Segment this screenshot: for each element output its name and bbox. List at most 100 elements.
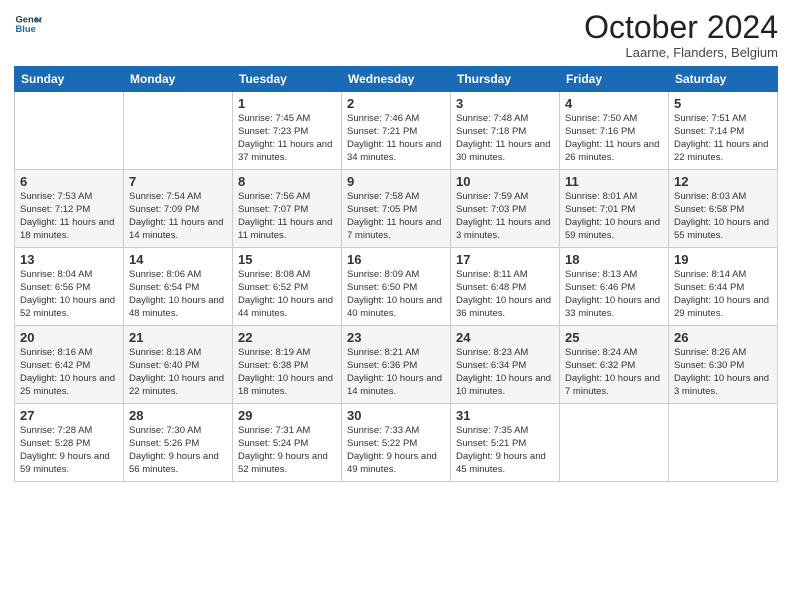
daylight-hours: Sunrise: 8:18 AM Sunset: 6:40 PM Dayligh… [129,347,227,398]
svg-text:Blue: Blue [16,24,36,34]
daylight-hours: Sunrise: 7:28 AM Sunset: 5:28 PM Dayligh… [20,425,118,476]
daylight-hours: Sunrise: 7:51 AM Sunset: 7:14 PM Dayligh… [674,113,772,164]
logo: General Blue [14,10,42,38]
daylight-hours: Sunrise: 7:59 AM Sunset: 7:03 PM Dayligh… [456,191,554,242]
daylight-hours: Sunrise: 7:31 AM Sunset: 5:24 PM Dayligh… [238,425,336,476]
calendar-cell: 17Sunrise: 8:11 AM Sunset: 6:48 PM Dayli… [451,248,560,326]
day-number: 5 [674,96,772,111]
day-number: 21 [129,330,227,345]
day-number: 12 [674,174,772,189]
title-block: October 2024 Laarne, Flanders, Belgium [584,10,778,60]
day-number: 8 [238,174,336,189]
week-row-3: 13 Sunrise: 8:04 AM Sunset: 6:56 PM Dayli… [15,248,778,326]
daylight-hours: Sunrise: 8:19 AM Sunset: 6:38 PM Dayligh… [238,347,336,398]
daylight-hours: Sunrise: 8:21 AM Sunset: 6:36 PM Dayligh… [347,347,445,398]
day-number: 27 [20,408,118,423]
calendar-cell: 24 Sunrise: 8:23 AM Sunset: 6:34 PM Dayli… [451,326,560,404]
day-number: 6 [20,174,118,189]
calendar-cell [560,404,669,482]
daylight-hours: Sunrise: 7:30 AM Sunset: 5:26 PM Dayligh… [129,425,227,476]
calendar-cell: 15Sunrise: 8:08 AM Sunset: 6:52 PM Dayli… [233,248,342,326]
calendar-cell: 23 Sunrise: 8:21 AM Sunset: 6:36 PM Dayli… [342,326,451,404]
day-number: 24 [456,330,554,345]
calendar-cell: 31 Sunrise: 7:35 AM Sunset: 5:21 PM Dayli… [451,404,560,482]
calendar-cell: 9 Sunrise: 7:58 AM Sunset: 7:05 PM Daylig… [342,170,451,248]
day-number: 31 [456,408,554,423]
day-number: 30 [347,408,445,423]
logo-icon: General Blue [14,10,42,38]
calendar-cell: 28 Sunrise: 7:30 AM Sunset: 5:26 PM Dayli… [124,404,233,482]
daylight-hours: Sunrise: 8:16 AM Sunset: 6:42 PM Dayligh… [20,347,118,398]
col-saturday: Saturday [669,67,778,92]
header-row: Sunday Monday Tuesday Wednesday Thursday… [15,67,778,92]
calendar-cell: 25 Sunrise: 8:24 AM Sunset: 6:32 PM Dayli… [560,326,669,404]
day-number: 28 [129,408,227,423]
calendar-cell: 5 Sunrise: 7:51 AM Sunset: 7:14 PM Daylig… [669,92,778,170]
day-number: 22 [238,330,336,345]
daylight-hours: Sunrise: 7:35 AM Sunset: 5:21 PM Dayligh… [456,425,554,476]
daylight-hours: Sunrise: 7:53 AM Sunset: 7:12 PM Dayligh… [20,191,118,242]
calendar-cell: 2 Sunrise: 7:46 AM Sunset: 7:21 PM Daylig… [342,92,451,170]
day-number: 3 [456,96,554,111]
calendar-cell: 30 Sunrise: 7:33 AM Sunset: 5:22 PM Dayli… [342,404,451,482]
daylight-hours: Sunrise: 8:11 AM Sunset: 6:48 PM Dayligh… [456,269,554,320]
day-number: 25 [565,330,663,345]
daylight-hours: Sunrise: 7:54 AM Sunset: 7:09 PM Dayligh… [129,191,227,242]
calendar-cell: 22 Sunrise: 8:19 AM Sunset: 6:38 PM Dayli… [233,326,342,404]
calendar-cell: 19Sunrise: 8:14 AM Sunset: 6:44 PM Dayli… [669,248,778,326]
week-row-4: 20 Sunrise: 8:16 AM Sunset: 6:42 PM Dayli… [15,326,778,404]
header: General Blue October 2024 Laarne, Flande… [14,10,778,60]
daylight-hours: Sunrise: 8:26 AM Sunset: 6:30 PM Dayligh… [674,347,772,398]
daylight-hours: Sunrise: 7:48 AM Sunset: 7:18 PM Dayligh… [456,113,554,164]
daylight-hours: Sunrise: 7:46 AM Sunset: 7:21 PM Dayligh… [347,113,445,164]
day-number: 29 [238,408,336,423]
calendar-cell: 1 Sunrise: 7:45 AM Sunset: 7:23 PM Daylig… [233,92,342,170]
location: Laarne, Flanders, Belgium [584,45,778,60]
week-row-2: 6 Sunrise: 7:53 AM Sunset: 7:12 PM Daylig… [15,170,778,248]
calendar-cell: 6 Sunrise: 7:53 AM Sunset: 7:12 PM Daylig… [15,170,124,248]
day-number: 13 [20,252,118,267]
day-number: 1 [238,96,336,111]
daylight-hours: Sunrise: 8:24 AM Sunset: 6:32 PM Dayligh… [565,347,663,398]
day-number: 4 [565,96,663,111]
daylight-hours: Sunrise: 8:04 AM Sunset: 6:56 PM Dayligh… [20,269,118,320]
calendar-cell: 14 Sunrise: 8:06 AM Sunset: 6:54 PM Dayli… [124,248,233,326]
calendar-cell: 29 Sunrise: 7:31 AM Sunset: 5:24 PM Dayli… [233,404,342,482]
day-number: 2 [347,96,445,111]
day-number: 26 [674,330,772,345]
calendar-cell [15,92,124,170]
daylight-hours: Sunrise: 7:45 AM Sunset: 7:23 PM Dayligh… [238,113,336,164]
daylight-hours: Sunrise: 8:13 AM Sunset: 6:46 PM Dayligh… [565,269,663,320]
col-wednesday: Wednesday [342,67,451,92]
day-number: 23 [347,330,445,345]
calendar-cell: 21 Sunrise: 8:18 AM Sunset: 6:40 PM Dayli… [124,326,233,404]
calendar-cell [124,92,233,170]
daylight-hours: Sunrise: 8:01 AM Sunset: 7:01 PM Dayligh… [565,191,663,242]
month-title: October 2024 [584,10,778,45]
calendar-cell: 20 Sunrise: 8:16 AM Sunset: 6:42 PM Dayli… [15,326,124,404]
day-number: 16 [347,252,445,267]
day-number: 14 [129,252,227,267]
day-number: 20 [20,330,118,345]
daylight-hours: Sunrise: 7:58 AM Sunset: 7:05 PM Dayligh… [347,191,445,242]
col-thursday: Thursday [451,67,560,92]
calendar-cell: 13 Sunrise: 8:04 AM Sunset: 6:56 PM Dayli… [15,248,124,326]
daylight-hours: Sunrise: 8:09 AM Sunset: 6:50 PM Dayligh… [347,269,445,320]
week-row-5: 27 Sunrise: 7:28 AM Sunset: 5:28 PM Dayli… [15,404,778,482]
daylight-hours: Sunrise: 7:56 AM Sunset: 7:07 PM Dayligh… [238,191,336,242]
col-friday: Friday [560,67,669,92]
col-tuesday: Tuesday [233,67,342,92]
daylight-hours: Sunrise: 7:33 AM Sunset: 5:22 PM Dayligh… [347,425,445,476]
daylight-hours: Sunrise: 7:50 AM Sunset: 7:16 PM Dayligh… [565,113,663,164]
daylight-hours: Sunrise: 8:23 AM Sunset: 6:34 PM Dayligh… [456,347,554,398]
daylight-hours: Sunrise: 8:03 AM Sunset: 6:58 PM Dayligh… [674,191,772,242]
col-monday: Monday [124,67,233,92]
day-number: 9 [347,174,445,189]
calendar-cell [669,404,778,482]
daylight-hours: Sunrise: 8:06 AM Sunset: 6:54 PM Dayligh… [129,269,227,320]
calendar-cell: 27 Sunrise: 7:28 AM Sunset: 5:28 PM Dayli… [15,404,124,482]
calendar-cell: 8 Sunrise: 7:56 AM Sunset: 7:07 PM Daylig… [233,170,342,248]
daylight-hours: Sunrise: 8:08 AM Sunset: 6:52 PM Dayligh… [238,269,336,320]
day-number: 10 [456,174,554,189]
day-number: 19 [674,252,772,267]
